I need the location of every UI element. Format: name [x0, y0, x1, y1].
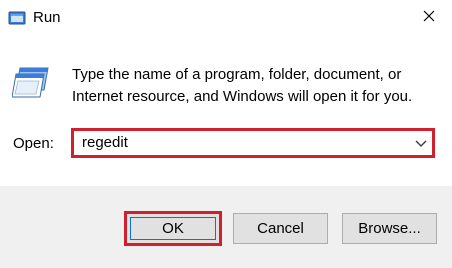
open-combobox[interactable]: regedit	[71, 128, 435, 158]
browse-button[interactable]: Browse...	[342, 213, 437, 244]
run-icon	[11, 66, 50, 100]
ok-button-label: OK	[162, 220, 184, 237]
run-app-icon	[8, 9, 26, 27]
close-icon	[423, 9, 435, 27]
description-line-1: Type the name of a program, folder, docu…	[72, 66, 402, 83]
cancel-button[interactable]: Cancel	[233, 213, 328, 244]
title-bar[interactable]: Run	[0, 0, 452, 36]
close-button[interactable]	[406, 0, 452, 36]
browse-button-label: Browse...	[358, 220, 421, 237]
window-title: Run	[33, 9, 61, 26]
ok-button[interactable]: OK	[124, 211, 222, 246]
ok-button-focus: OK	[130, 217, 216, 240]
open-input[interactable]: regedit	[82, 133, 128, 153]
cancel-button-label: Cancel	[257, 220, 304, 237]
description-line-2: Internet resource, and Windows will open…	[72, 88, 413, 105]
open-label: Open:	[13, 135, 54, 152]
run-dialog: Run Type the name of a program, folder, …	[0, 0, 452, 268]
chevron-down-icon[interactable]	[413, 135, 429, 151]
